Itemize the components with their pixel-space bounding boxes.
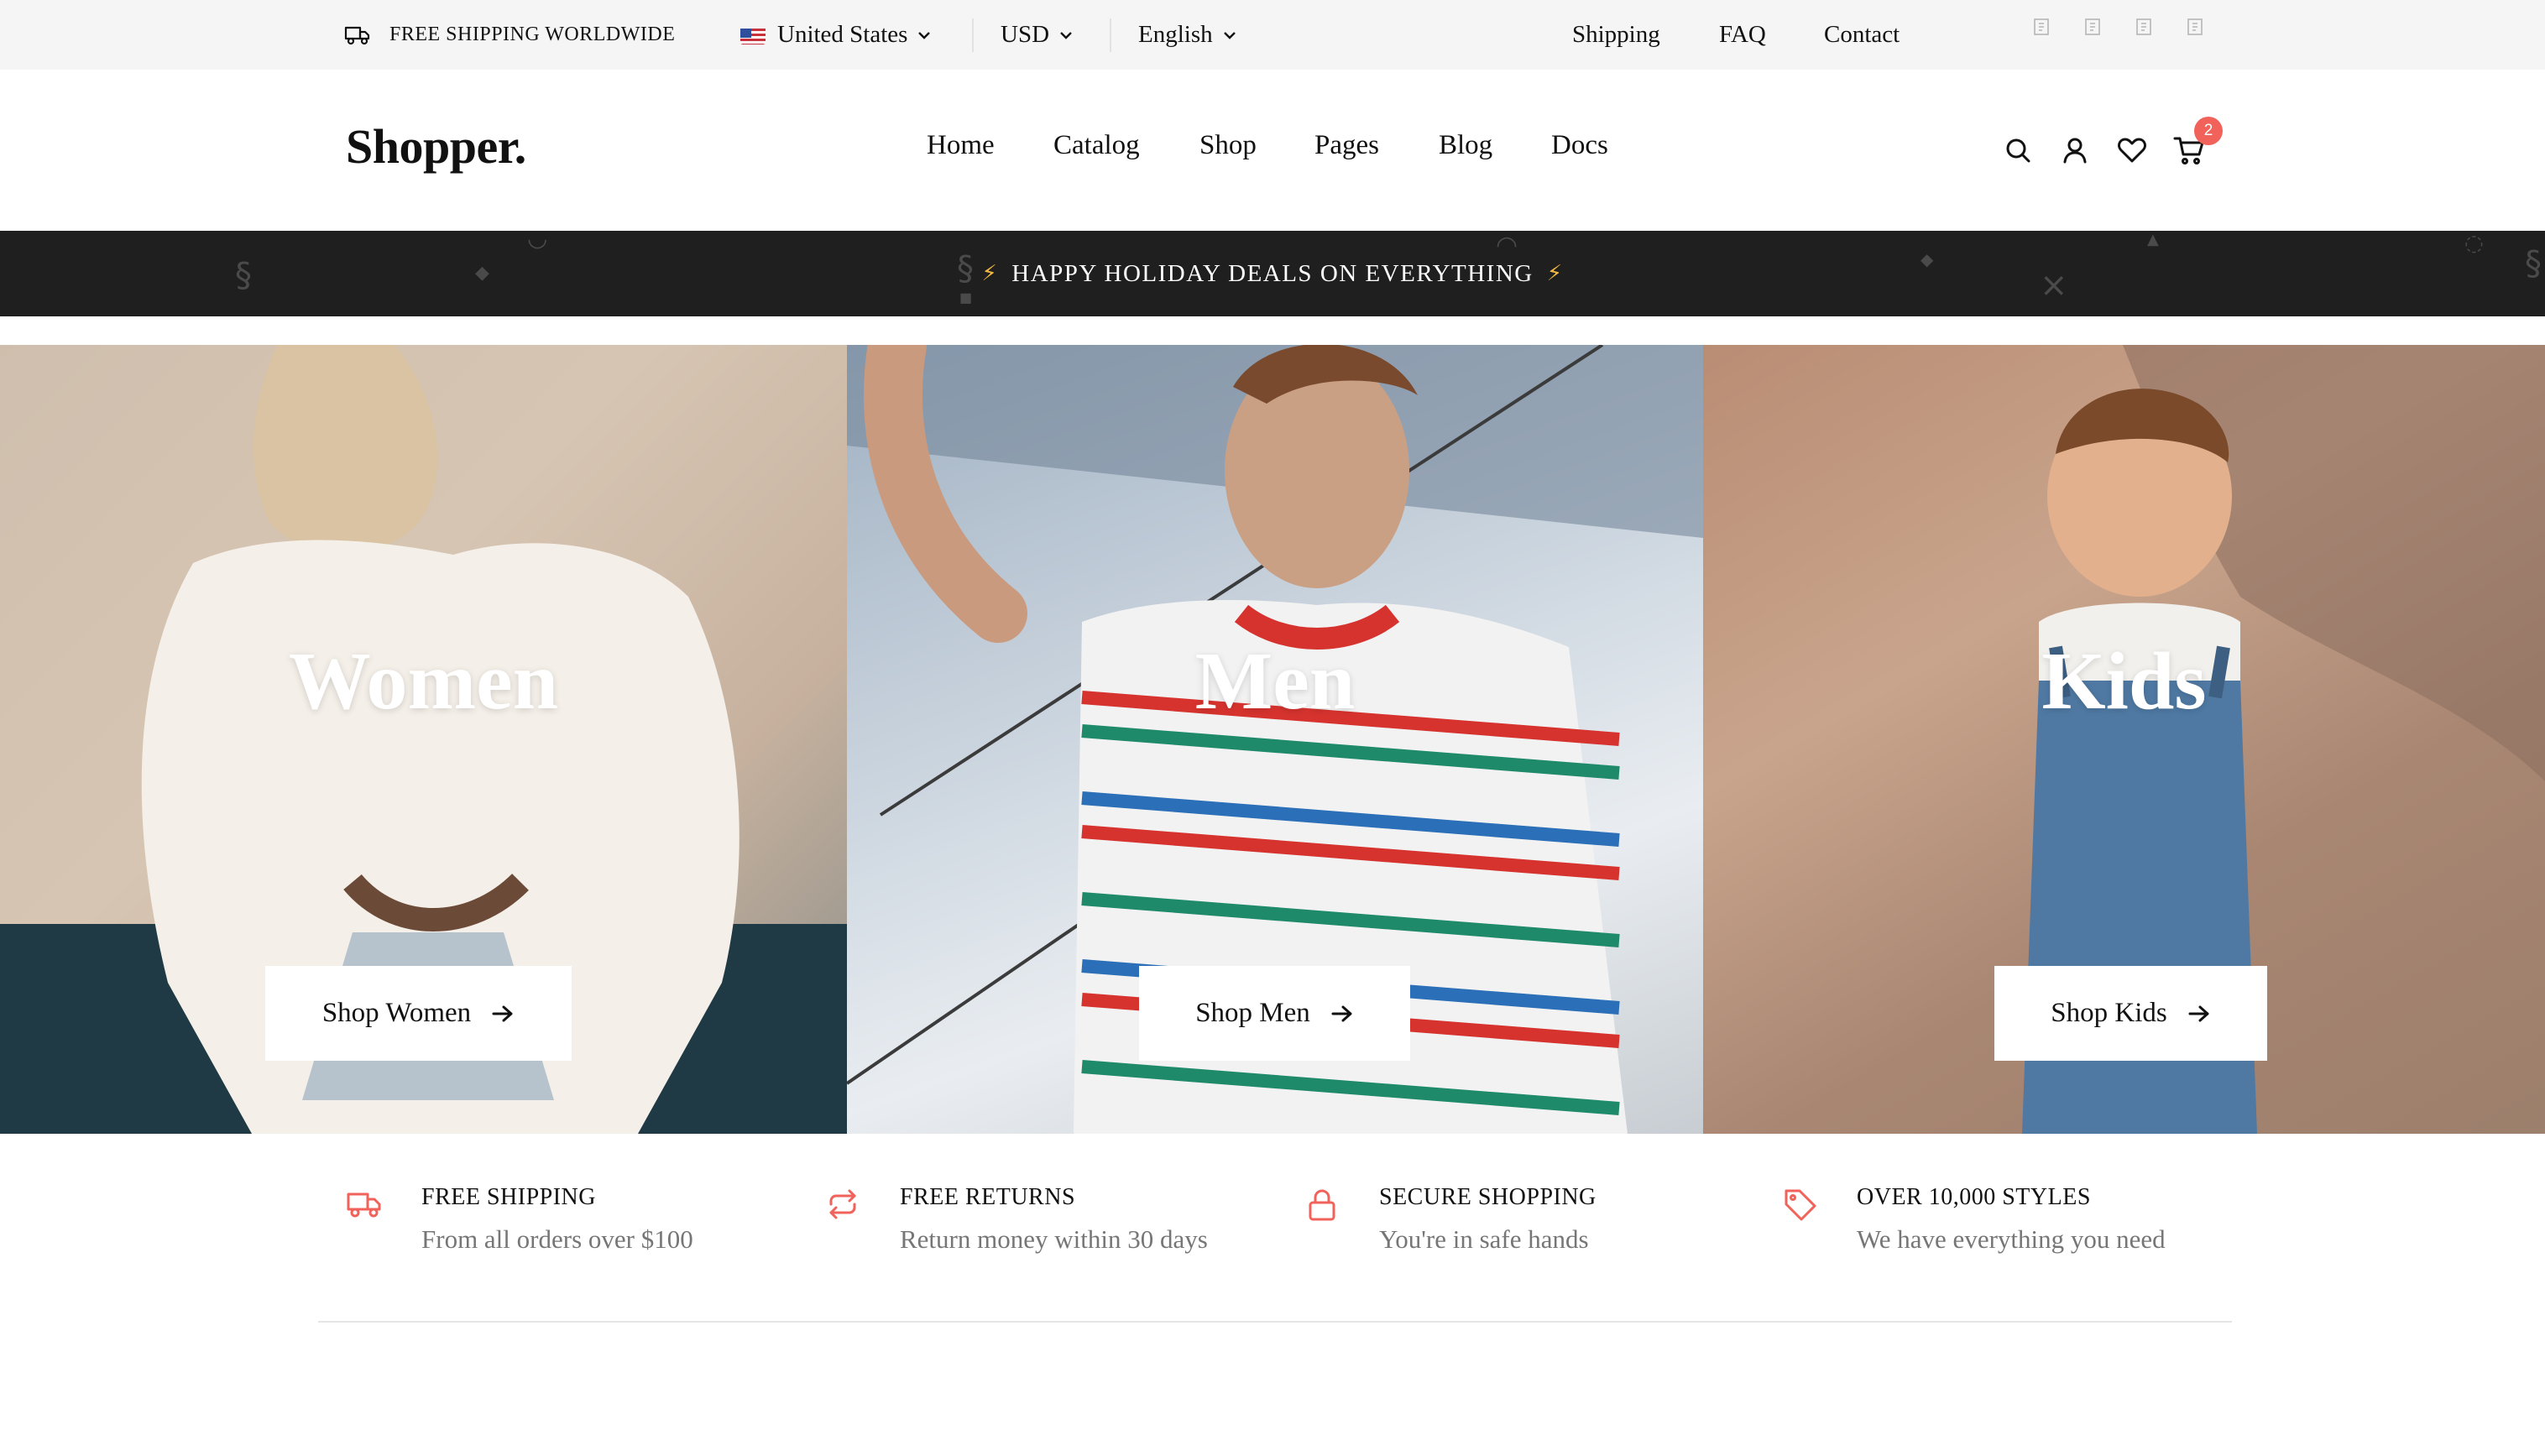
facebook-icon[interactable]	[2032, 17, 2051, 37]
free-shipping-text: FREE SHIPPING WORLDWIDE	[389, 23, 676, 45]
currency-selector[interactable]: USD	[1001, 0, 1073, 70]
topbar-divider	[972, 18, 974, 52]
promo-message: HAPPY HOLIDAY DEALS ON EVERYTHING	[1011, 259, 1534, 287]
arrow-right-icon	[492, 1005, 513, 1021]
feature-free-shipping: FREE SHIPPING From all orders over $100	[346, 1181, 816, 1265]
faq-link[interactable]: FAQ	[1719, 0, 1766, 70]
feature-title: SECURE SHOPPING	[1379, 1184, 1597, 1210]
category-card-kids[interactable]: Kids Shop Kids	[1703, 345, 2545, 1134]
contact-link[interactable]: Contact	[1824, 0, 1900, 70]
feature-subtitle: Return money within 30 days	[900, 1224, 1208, 1254]
nav-shop[interactable]: Shop	[1199, 130, 1257, 161]
language-label: English	[1138, 21, 1213, 48]
nav-blog[interactable]: Blog	[1439, 130, 1492, 161]
shop-kids-label: Shop Kids	[2051, 998, 2167, 1028]
tag-icon	[1781, 1186, 1818, 1223]
promo-banner[interactable]: § ◆ ◡ § ■ ◠ ◆ × ▲ ◌ § ⚡ HAPPY HOLIDAY DE…	[0, 231, 2545, 316]
category-title-women: Women	[288, 636, 559, 727]
shop-kids-button[interactable]: Shop Kids	[1994, 966, 2267, 1061]
nav-catalog[interactable]: Catalog	[1053, 130, 1140, 161]
lock-icon	[1304, 1186, 1340, 1223]
chevron-down-icon	[1223, 31, 1236, 39]
repeat-icon	[824, 1186, 861, 1223]
shop-women-button[interactable]: Shop Women	[265, 966, 572, 1061]
search-icon[interactable]	[2001, 133, 2035, 167]
feature-secure-shopping: SECURE SHOPPING You're in safe hands	[1304, 1181, 1774, 1265]
main-header: Shopper. Home Catalog Shop Pages Blog Do…	[0, 70, 2545, 231]
nav-home[interactable]: Home	[927, 130, 995, 161]
category-card-men[interactable]: Men Shop Men	[847, 345, 1703, 1134]
lightning-icon: ⚡	[1546, 261, 1564, 286]
category-title-kids: Kids	[2041, 636, 2207, 727]
nav-docs[interactable]: Docs	[1551, 130, 1608, 161]
truck-icon	[346, 1186, 383, 1223]
user-icon[interactable]	[2058, 133, 2092, 167]
category-hero: Women Shop Women Men Shop Men Kids Shop …	[0, 345, 2545, 1134]
chevron-down-icon	[918, 31, 931, 39]
shop-men-label: Shop Men	[1195, 998, 1310, 1028]
free-shipping-notice: FREE SHIPPING WORLDWIDE	[344, 0, 675, 70]
shop-women-label: Shop Women	[321, 998, 472, 1028]
section-divider	[318, 1321, 2232, 1323]
feature-title: OVER 10,000 STYLES	[1857, 1184, 2091, 1210]
cart-count-badge: 2	[2194, 117, 2223, 145]
topbar-divider	[1110, 18, 1111, 52]
promo-text-row: ⚡ HAPPY HOLIDAY DEALS ON EVERYTHING ⚡	[0, 231, 2545, 316]
feature-title: FREE SHIPPING	[421, 1184, 596, 1210]
category-title-men: Men	[1194, 636, 1356, 727]
currency-label: USD	[1001, 21, 1050, 48]
truck-icon	[344, 26, 370, 44]
arrow-right-icon	[2188, 1005, 2209, 1021]
logo[interactable]: Shopper.	[346, 118, 526, 175]
feature-free-returns: FREE RETURNS Return money within 30 days	[824, 1181, 1294, 1265]
shop-men-button[interactable]: Shop Men	[1139, 966, 1410, 1061]
feature-over-10000-styles: OVER 10,000 STYLES We have everything yo…	[1781, 1181, 2251, 1265]
medium-icon[interactable]	[2186, 17, 2204, 37]
instagram-icon[interactable]	[2135, 17, 2153, 37]
lightning-icon: ⚡	[981, 261, 999, 286]
features-row: FREE SHIPPING From all orders over $100 …	[0, 1134, 2545, 1327]
country-label: United States	[777, 21, 908, 48]
us-flag-icon	[740, 26, 766, 44]
feature-subtitle: We have everything you need	[1857, 1224, 2166, 1254]
page: FREE SHIPPING WORLDWIDE United States US…	[0, 0, 2545, 1456]
heart-icon[interactable]	[2115, 133, 2149, 167]
feature-subtitle: From all orders over $100	[421, 1224, 693, 1254]
language-selector[interactable]: English	[1138, 0, 1236, 70]
nav-pages[interactable]: Pages	[1314, 130, 1379, 161]
feature-subtitle: You're in safe hands	[1379, 1224, 1589, 1254]
feature-title: FREE RETURNS	[900, 1184, 1076, 1210]
top-bar: FREE SHIPPING WORLDWIDE United States US…	[0, 0, 2545, 70]
arrow-right-icon	[1331, 1005, 1352, 1021]
chevron-down-icon	[1060, 31, 1072, 39]
twitter-icon[interactable]	[2083, 17, 2102, 37]
shipping-link[interactable]: Shipping	[1572, 0, 1660, 70]
country-selector[interactable]: United States	[740, 0, 931, 70]
category-card-women[interactable]: Women Shop Women	[0, 345, 847, 1134]
